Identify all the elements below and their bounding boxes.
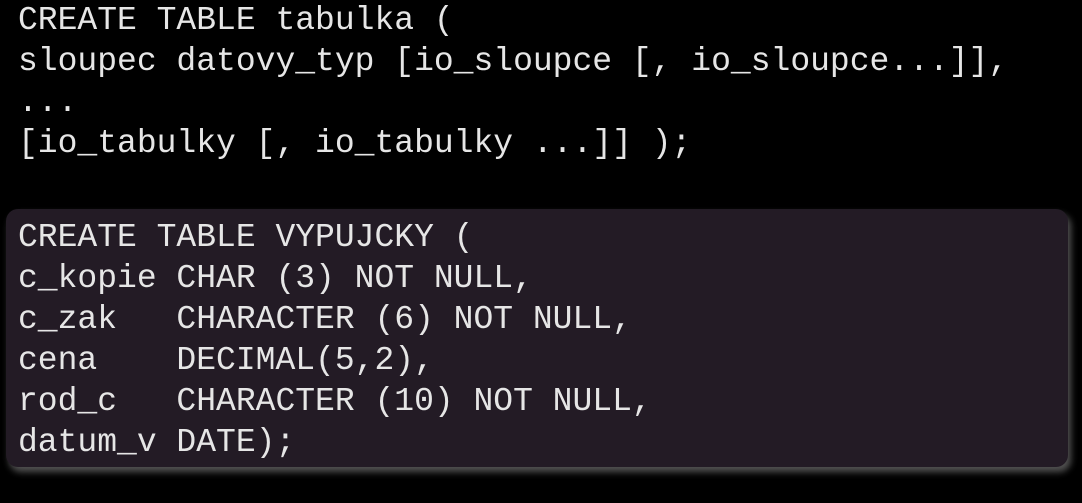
example-line-create-table: CREATE TABLE VYPUJCKY ( — [18, 219, 474, 256]
example-line-c-zak: c_zak CHARACTER (6) NOT NULL, — [18, 301, 632, 338]
syntax-line-column-definition: sloupec datovy_typ [io_sloupce [, io_slo… — [18, 43, 1009, 80]
example-line-cena: cena DECIMAL(5,2), — [18, 342, 434, 379]
example-line-c-kopie: c_kopie CHAR (3) NOT NULL, — [18, 260, 533, 297]
syntax-line-ellipsis: ... — [18, 84, 78, 121]
syntax-line-table-constraints: [io_tabulky [, io_tabulky ...]] ); — [18, 125, 692, 162]
example-line-rod-c: rod_c CHARACTER (10) NOT NULL, — [18, 383, 652, 420]
syntax-line-create-table: CREATE TABLE tabulka ( — [18, 2, 454, 39]
example-line-datum-v: datum_v DATE); — [18, 424, 296, 461]
syntax-code-block: CREATE TABLE tabulka ( sloupec datovy_ty… — [0, 0, 1082, 200]
example-code-block: CREATE TABLE VYPUJCKY ( c_kopie CHAR (3)… — [6, 209, 1068, 467]
